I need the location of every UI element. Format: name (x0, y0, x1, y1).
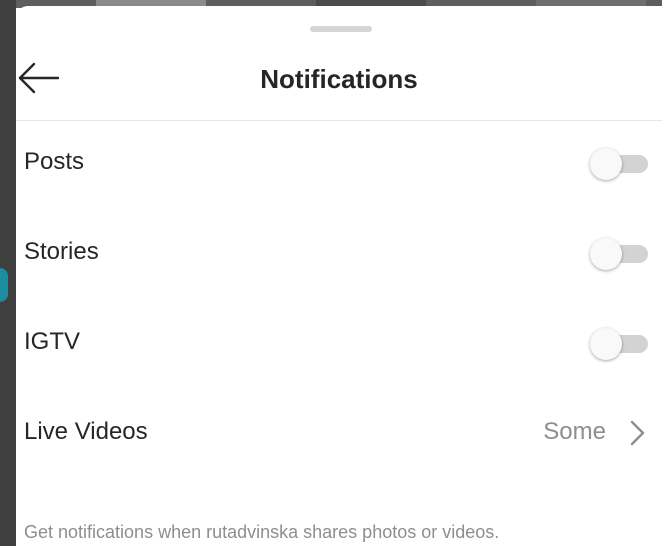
notifications-screen: Notifications Posts Stories IGTV Live Vi… (0, 0, 662, 546)
setting-label: IGTV (24, 328, 81, 355)
live-videos-value: Some (543, 418, 606, 445)
chevron-right-icon (630, 420, 645, 446)
setting-row-live-videos[interactable]: Live Videos Some (16, 390, 662, 480)
stories-toggle[interactable] (588, 236, 650, 272)
footer-note: Get notifications when rutadvinska share… (24, 522, 500, 542)
toggle-knob (590, 328, 622, 360)
edge-indicator (0, 268, 8, 302)
setting-label: Posts (24, 148, 85, 175)
igtv-toggle[interactable] (588, 326, 650, 362)
sheet-header: Notifications (16, 46, 662, 121)
setting-label: Live Videos (24, 418, 148, 445)
toggle-knob (590, 238, 622, 270)
setting-row-igtv: IGTV (16, 300, 662, 390)
drag-handle[interactable] (310, 26, 372, 32)
page-title: Notifications (260, 64, 418, 94)
posts-toggle[interactable] (588, 146, 650, 182)
setting-row-posts: Posts (16, 120, 662, 210)
setting-row-stories: Stories (16, 210, 662, 300)
notifications-sheet: Notifications Posts Stories IGTV Live Vi… (16, 6, 662, 546)
toggle-knob (590, 148, 622, 180)
setting-label: Stories (24, 238, 99, 265)
